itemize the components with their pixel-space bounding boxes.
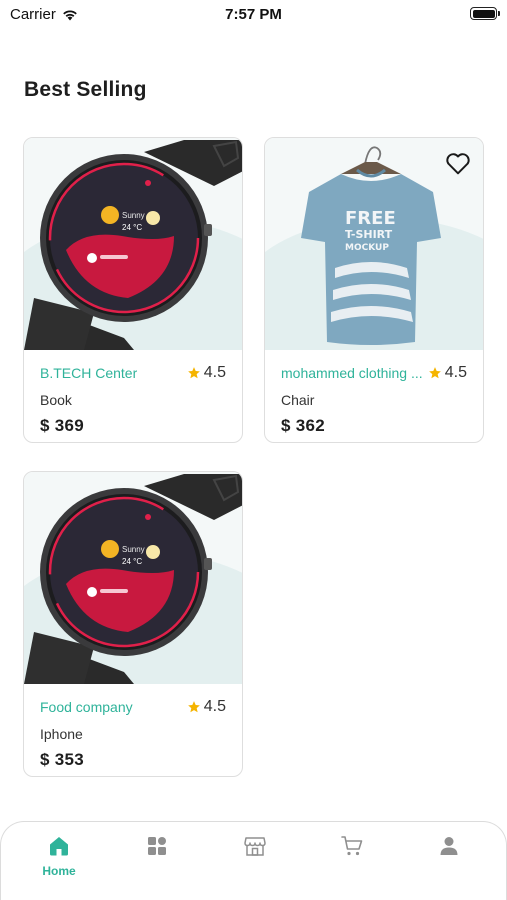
product-price: $ 353 — [40, 750, 85, 769]
star-icon — [428, 367, 441, 379]
nav-item-profile[interactable] — [419, 834, 479, 884]
product-category: Chair — [281, 392, 315, 408]
product-card[interactable]: Sunny 24 °C Food company 4.5 Iphone $ 35… — [23, 471, 243, 777]
cart-icon — [341, 836, 363, 856]
product-image-smartwatch: Sunny 24 °C — [24, 138, 242, 350]
product-rating: 4.5 — [187, 364, 226, 382]
star-icon — [187, 701, 200, 713]
page-title: Best Selling — [24, 78, 147, 101]
product-rating: 4.5 — [428, 364, 467, 382]
product-category: Iphone — [40, 726, 83, 742]
bottom-nav: Home — [0, 821, 507, 900]
product-card[interactable]: FREE T-SHIRT MOCKUP mohammed clothing ..… — [264, 137, 484, 443]
product-category: Book — [40, 392, 72, 408]
svg-text:24 °C: 24 °C — [122, 223, 142, 232]
nav-item-home[interactable]: Home — [29, 834, 89, 884]
svg-text:Sunny: Sunny — [122, 211, 145, 220]
product-price: $ 369 — [40, 416, 85, 435]
nav-label-home: Home — [42, 864, 76, 878]
status-time: 7:57 PM — [225, 6, 282, 23]
nav-item-cart[interactable] — [322, 834, 382, 884]
rating-value: 4.5 — [203, 698, 226, 715]
nav-item-categories[interactable] — [127, 834, 187, 884]
heart-icon[interactable] — [445, 151, 471, 175]
product-price: $ 362 — [281, 416, 326, 435]
rating-value: 4.5 — [203, 364, 226, 381]
user-icon — [440, 837, 458, 855]
svg-text:24 °C: 24 °C — [122, 557, 142, 566]
product-rating: 4.5 — [187, 698, 226, 716]
star-icon — [187, 367, 200, 379]
svg-text:Sunny: Sunny — [122, 545, 145, 554]
grid-icon — [148, 837, 166, 855]
home-icon — [50, 837, 68, 856]
svg-text:FREE: FREE — [345, 208, 396, 229]
product-image-smartwatch: Sunny 24 °C — [24, 472, 242, 684]
svg-text:T-SHIRT: T-SHIRT — [345, 228, 393, 241]
rating-value: 4.5 — [444, 364, 467, 381]
vendor-name[interactable]: Food company — [40, 699, 133, 715]
product-card[interactable]: Sunny 24 °C B.TECH Center 4.5 Book $ 369 — [23, 137, 243, 443]
svg-text:MOCKUP: MOCKUP — [345, 243, 389, 253]
store-icon — [244, 837, 266, 856]
battery-icon — [470, 7, 500, 20]
nav-item-stores[interactable] — [225, 834, 285, 884]
vendor-name[interactable]: mohammed clothing ... — [281, 365, 423, 381]
vendor-name[interactable]: B.TECH Center — [40, 365, 137, 381]
status-bar: Carrier 7:57 PM — [0, 0, 507, 30]
